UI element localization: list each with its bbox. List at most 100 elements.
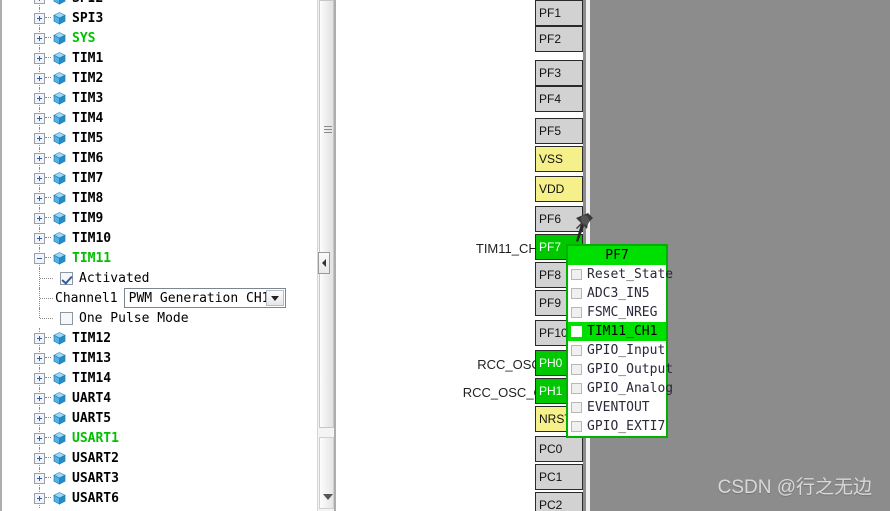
tree-item-tim5[interactable]: TIM5 (4, 128, 304, 148)
tree-item-tim13[interactable]: TIM13 (4, 348, 304, 368)
splitter-collapse-button[interactable] (318, 252, 330, 274)
context-menu-item-eventout[interactable]: EVENTOUT (568, 398, 666, 417)
context-menu-item-gpio_output[interactable]: GPIO_Output (568, 360, 673, 379)
tree-item-tim1[interactable]: TIM1 (4, 48, 304, 68)
tree-item-tim8[interactable]: TIM8 (4, 188, 304, 208)
context-menu-item-fsmc_nreg[interactable]: FSMC_NREG (568, 303, 666, 322)
tree-item-tim9[interactable]: TIM9 (4, 208, 304, 228)
menu-item-label: FSMC_NREG (587, 305, 658, 320)
tree-expander-tim5-icon[interactable] (34, 132, 45, 144)
tree-item-uart4[interactable]: UART4 (4, 388, 304, 408)
tree-expander-tim14-icon[interactable] (34, 372, 45, 384)
tree-expander-tim9-icon[interactable] (34, 212, 45, 224)
tree-item-label: TIM7 (72, 170, 104, 186)
context-menu-item-gpio_input[interactable]: GPIO_Input (568, 341, 666, 360)
menu-item-checkbox[interactable] (571, 288, 582, 299)
tree-expander-tim12-icon[interactable] (34, 332, 45, 344)
tree-item-tim6[interactable]: TIM6 (4, 148, 304, 168)
pin-pf2[interactable]: PF2 (535, 26, 583, 52)
pin-pf4[interactable]: PF4 (535, 86, 583, 112)
activated-checkbox[interactable] (60, 271, 73, 285)
tree-item-tim2[interactable]: TIM2 (4, 68, 304, 88)
pushpin-icon (575, 212, 599, 246)
tree-item-tim11[interactable]: TIM11 (4, 248, 304, 268)
context-menu-item-gpio_analog[interactable]: GPIO_Analog (568, 379, 673, 398)
tree-expander-uart5-icon[interactable] (34, 412, 45, 424)
tree-expander-tim4-icon[interactable] (34, 112, 45, 124)
pin-pf3[interactable]: PF3 (535, 60, 583, 86)
menu-item-checkbox[interactable] (571, 345, 582, 356)
menu-item-checkbox[interactable] (571, 307, 582, 318)
tim11-activated-row[interactable]: Activated (4, 268, 149, 288)
pin-vdd[interactable]: VDD (535, 176, 583, 202)
context-menu-item-gpio_exti7[interactable]: GPIO_EXTI7 (568, 417, 666, 436)
menu-item-checkbox[interactable] (571, 402, 582, 413)
tree-leader (45, 397, 51, 399)
pin-pc0[interactable]: PC0 (535, 436, 583, 462)
tree-expander-usart6-icon[interactable] (34, 492, 45, 504)
tree-item-tim4[interactable]: TIM4 (4, 108, 304, 128)
tree-item-uart5[interactable]: UART5 (4, 408, 304, 428)
tree-expander-tim6-icon[interactable] (34, 152, 45, 164)
tree-item-label: TIM1 (72, 50, 104, 66)
tree-expander-tim1-icon[interactable] (34, 52, 45, 64)
menu-item-checkbox[interactable] (571, 364, 582, 375)
tree-expander-sys-icon[interactable] (34, 32, 45, 44)
tree-expander-uart4-icon[interactable] (34, 392, 45, 404)
tree-item-usart6[interactable]: USART6 (4, 488, 304, 508)
scrollbar-thumb[interactable] (319, 0, 334, 428)
tree-item-tim12[interactable]: TIM12 (4, 328, 304, 348)
tree-item-spi2[interactable]: SPI2 (4, 0, 304, 8)
tree-expander-spi3-icon[interactable] (34, 12, 45, 24)
tree-expander-tim7-icon[interactable] (34, 172, 45, 184)
pin-pf1[interactable]: PF1 (535, 0, 583, 26)
context-menu-items[interactable]: Reset_State ADC3_IN5 FSMC_NREG TIM11_CH1 GPI… (568, 265, 673, 436)
tree-expander-tim2-icon[interactable] (34, 72, 45, 84)
tree-item-tim7[interactable]: TIM7 (4, 168, 304, 188)
tree-leader (45, 337, 51, 339)
one-pulse-mode-label: One Pulse Mode (79, 310, 189, 326)
pin-pf5[interactable]: PF5 (535, 118, 583, 144)
pin-vss[interactable]: VSS (535, 146, 583, 172)
menu-item-checkbox[interactable] (571, 421, 582, 432)
tree-item-usart1[interactable]: USART1 (4, 428, 304, 448)
pin-label: PC1 (539, 470, 563, 484)
pin-pc1[interactable]: PC1 (535, 464, 583, 490)
tree-item-sys[interactable]: SYS (4, 28, 304, 48)
context-menu-item-tim11_ch1[interactable]: TIM11_CH1 (568, 322, 666, 341)
pin-pc2[interactable]: PC2 (535, 492, 583, 511)
menu-item-checkbox[interactable] (571, 383, 582, 394)
tree-item-tim3[interactable]: TIM3 (4, 88, 304, 108)
tim11-one-pulse-row[interactable]: One Pulse Mode (4, 308, 189, 328)
tree-expander-usart3-icon[interactable] (34, 472, 45, 484)
tree-expander-spi2-icon[interactable] (34, 0, 45, 4)
tree-item-label: TIM8 (72, 190, 104, 206)
tree-item-usart2[interactable]: USART2 (4, 448, 304, 468)
menu-item-checkbox[interactable] (571, 269, 582, 280)
tree-expander-usart2-icon[interactable] (34, 452, 45, 464)
tree-expander-usart1-icon[interactable] (34, 432, 45, 444)
pin-signal-context-menu[interactable]: PF7 Reset_State ADC3_IN5 FSMC_NREG TIM11_CH… (566, 244, 673, 438)
tree-expander-tim3-icon[interactable] (34, 92, 45, 104)
tree-expander-tim10-icon[interactable] (34, 232, 45, 244)
channel1-dropdown-button[interactable] (265, 290, 284, 306)
tim11-channel1-row[interactable]: Channel1 PWM Generation CH1 (4, 288, 286, 308)
tree-leader (45, 457, 51, 459)
tree-expander-tim8-icon[interactable] (34, 192, 45, 204)
context-menu-item-adc3_in5[interactable]: ADC3_IN5 (568, 284, 666, 303)
tree-expander-tim13-icon[interactable] (34, 352, 45, 364)
one-pulse-mode-checkbox[interactable] (60, 311, 73, 325)
pin-label: PF8 (539, 268, 562, 282)
context-menu-item-reset_state[interactable]: Reset_State (568, 265, 673, 284)
tree-expander-tim11-icon[interactable] (34, 252, 45, 264)
tree-item-label: TIM5 (72, 130, 104, 146)
tree-item-tim14[interactable]: TIM14 (4, 368, 304, 388)
tree-leader (45, 357, 51, 359)
scrollbar-down-button[interactable] (319, 437, 334, 509)
menu-item-checkbox[interactable] (571, 326, 582, 337)
tree-item-spi3[interactable]: SPI3 (4, 8, 304, 28)
tree-item-tim10[interactable]: TIM10 (4, 228, 304, 248)
tree-item-usart3[interactable]: USART3 (4, 468, 304, 488)
channel1-select[interactable]: PWM Generation CH1 (123, 288, 286, 308)
tree-item-label: TIM12 (72, 330, 112, 346)
